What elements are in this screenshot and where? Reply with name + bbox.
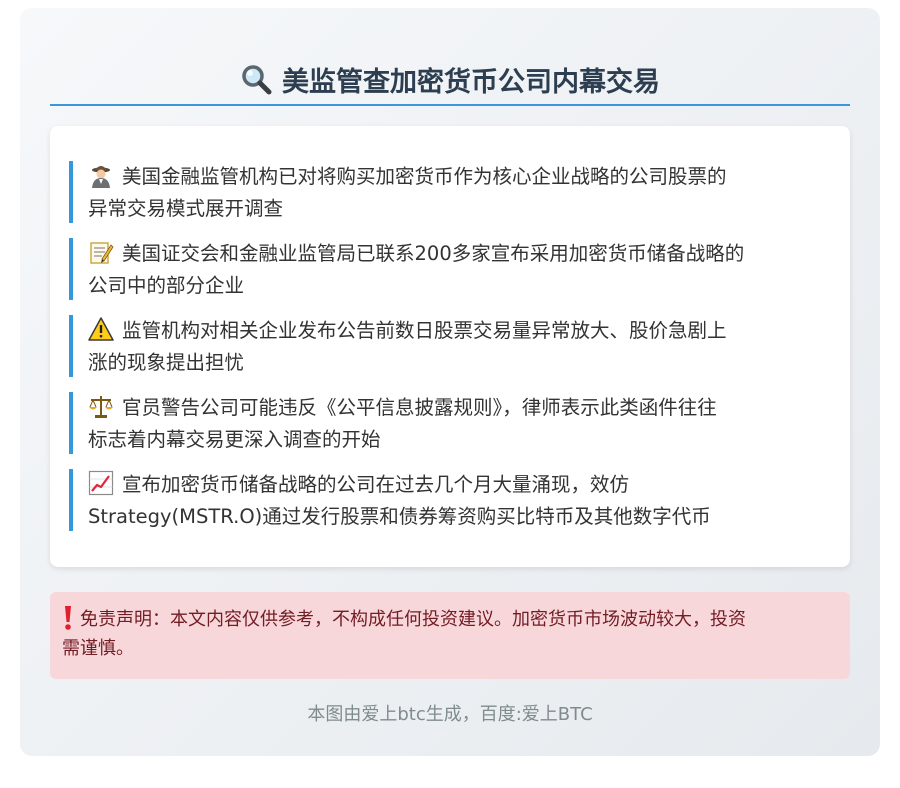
memo-icon bbox=[90, 242, 114, 264]
list-item: 美国证交会和金融业监管局已联系200多家宣布采用加密货币储备战略的 公司中的部分… bbox=[69, 238, 813, 300]
page-header: 美监管查加密货币公司内幕交易 bbox=[50, 54, 850, 104]
list-item: 美国金融监管机构已对将购买加密货币作为核心企业战略的公司股票的 异常交易模式展开… bbox=[69, 161, 813, 223]
item-text: 美国证交会和金融业监管局已联系200多家宣布采用加密货币储备战略的 bbox=[122, 242, 745, 265]
item-text: 公司中的部分企业 bbox=[88, 274, 245, 297]
item-text: 监管机构对相关企业发布公告前数日股票交易量异常放大、股价急剧上 bbox=[122, 319, 727, 342]
disclaimer-box: 免责声明：本文内容仅供参考，不构成任何投资建议。加密货币市场波动较大，投资 需谨… bbox=[50, 592, 850, 679]
item-text: 标志着内幕交易更深入调查的开始 bbox=[88, 428, 381, 451]
item-text: 宣布加密货币储备战略的公司在过去几个月大量涌现，效仿 bbox=[122, 473, 630, 496]
chart-increasing-icon bbox=[88, 470, 114, 496]
item-text: 涨的现象提出担忧 bbox=[88, 351, 245, 374]
key-points-list: 美国金融监管机构已对将购买加密货币作为核心企业战略的公司股票的 异常交易模式展开… bbox=[50, 126, 850, 567]
news-card: 美监管查加密货币公司内幕交易 美国金融监管机构已对将购买加密货币作为核心企业战略… bbox=[20, 8, 880, 756]
item-text: 美国金融监管机构已对将购买加密货币作为核心企业战略的公司股票的 bbox=[122, 165, 727, 188]
scales-icon bbox=[89, 396, 113, 418]
exclamation-icon bbox=[65, 606, 71, 630]
list-item: 官员警告公司可能违反《公平信息披露规则》，律师表示此类函件往往 标志着内幕交易更… bbox=[69, 392, 813, 454]
disclaimer-text: 免责声明：本文内容仅供参考，不构成任何投资建议。加密货币市场波动较大，投资 bbox=[80, 609, 746, 630]
detective-icon bbox=[92, 166, 110, 188]
item-text: 异常交易模式展开调查 bbox=[88, 197, 284, 220]
item-text: Strategy(MSTR.O)通过发行股票和债券筹资购买比特币及其他数字代币 bbox=[88, 505, 711, 528]
disclaimer-text: 需谨慎。 bbox=[62, 638, 134, 659]
warning-icon bbox=[88, 317, 114, 341]
page-title: 美监管查加密货币公司内幕交易 bbox=[282, 66, 660, 98]
list-item: 宣布加密货币储备战略的公司在过去几个月大量涌现，效仿 Strategy(MSTR… bbox=[69, 469, 813, 531]
footer-credit: 本图由爱上btc生成，百度:爱上BTC bbox=[307, 704, 593, 725]
list-item: 监管机构对相关企业发布公告前数日股票交易量异常放大、股价急剧上 涨的现象提出担忧 bbox=[69, 315, 813, 377]
title-divider bbox=[50, 104, 850, 106]
item-text: 官员警告公司可能违反《公平信息披露规则》，律师表示此类函件往往 bbox=[122, 396, 717, 419]
magnifying-glass-icon bbox=[242, 65, 272, 95]
